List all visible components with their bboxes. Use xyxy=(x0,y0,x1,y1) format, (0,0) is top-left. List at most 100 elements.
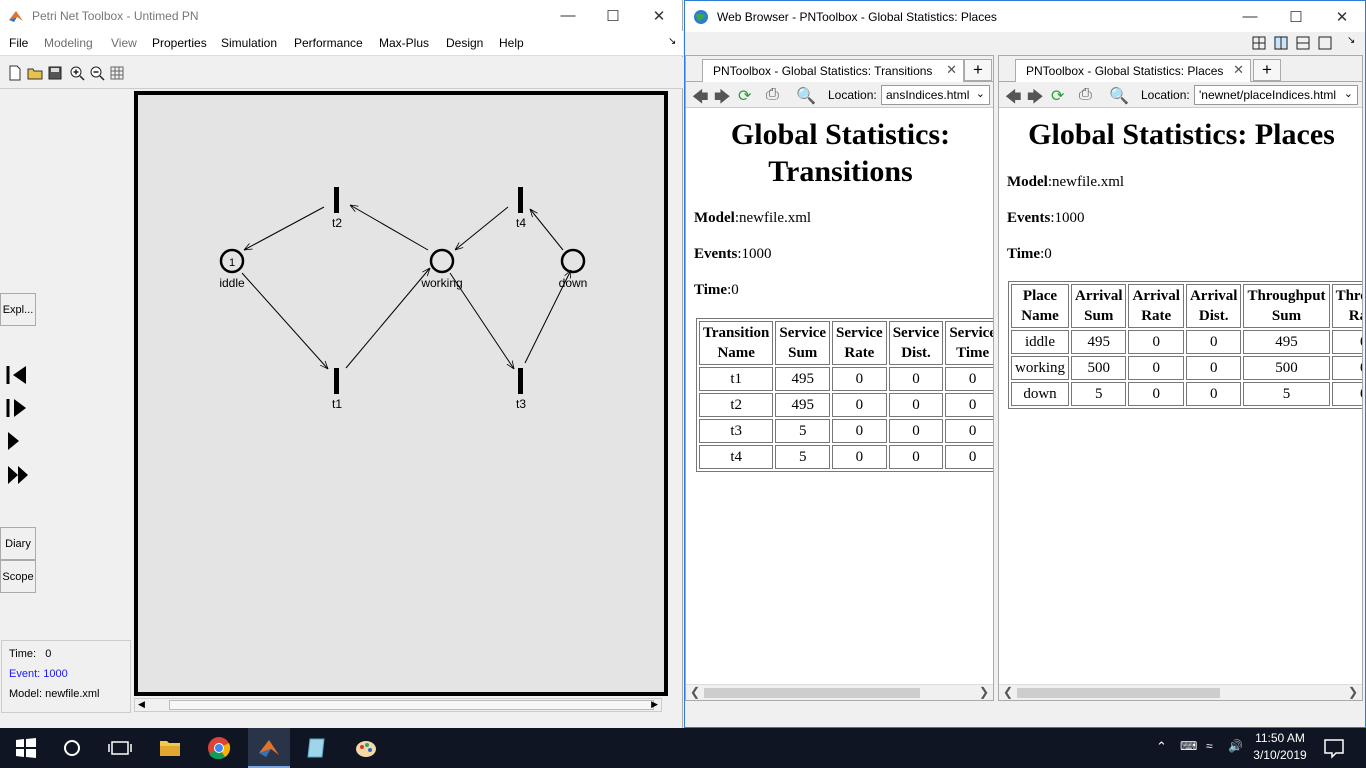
task-view-icon[interactable] xyxy=(108,736,132,760)
zoom-in-icon[interactable] xyxy=(69,65,85,81)
chrome-icon[interactable] xyxy=(207,736,231,760)
zoom-out-icon[interactable] xyxy=(89,65,105,81)
menu-overflow-icon[interactable]: ↘ xyxy=(668,36,676,47)
matlab-taskbar-button[interactable] xyxy=(248,728,290,768)
new-tab-button[interactable]: + xyxy=(1253,59,1281,81)
menu-design[interactable]: Design xyxy=(446,36,483,50)
transition-t1[interactable] xyxy=(334,368,339,394)
menu-performance[interactable]: Performance xyxy=(294,36,363,50)
scroll-left-icon[interactable]: ❮ xyxy=(690,685,700,699)
scroll-right-icon[interactable]: ❯ xyxy=(1348,685,1358,699)
paint-icon[interactable] xyxy=(354,736,378,760)
location-input[interactable]: ansIndices.html ⌄ xyxy=(881,85,990,105)
step-button[interactable] xyxy=(6,397,28,424)
tab-transitions[interactable]: PNToolbox - Global Statistics: Transitio… xyxy=(702,59,964,82)
close-button[interactable]: ✕ xyxy=(636,0,682,31)
chevron-down-icon[interactable]: ⌄ xyxy=(1344,87,1353,100)
vertical-split-icon[interactable] xyxy=(1274,36,1288,50)
single-pane-icon[interactable] xyxy=(1318,36,1332,50)
open-folder-icon[interactable] xyxy=(27,65,43,81)
transition-t2[interactable] xyxy=(334,187,339,213)
transitions-table: Transition Name Service Sum Service Rate Se… xyxy=(696,318,993,472)
table-cell: 0 xyxy=(888,445,944,469)
search-icon[interactable] xyxy=(60,736,84,760)
scroll-left-icon[interactable]: ◀ xyxy=(138,699,145,710)
scroll-right-icon[interactable]: ❯ xyxy=(979,685,989,699)
table-cell: 0 xyxy=(1331,330,1362,354)
notifications-icon[interactable] xyxy=(1322,736,1346,760)
refresh-icon[interactable]: ⟳ xyxy=(738,86,751,106)
menu-properties[interactable]: Properties xyxy=(152,36,207,50)
scroll-right-icon[interactable]: ▶ xyxy=(651,699,658,710)
table-cell: t3 xyxy=(699,419,774,443)
table-cell: 5 xyxy=(775,419,831,443)
events-info: Events:1000 xyxy=(1007,210,1085,226)
input-method-icon[interactable]: ⌨ xyxy=(1180,739,1197,753)
browser-close-button[interactable]: ✕ xyxy=(1319,1,1365,32)
browser-minimize-button[interactable]: — xyxy=(1227,1,1273,32)
browser-layout-bar: ↘ xyxy=(685,32,1365,55)
find-icon[interactable]: 🔍 xyxy=(796,86,816,106)
scroll-left-icon[interactable]: ❮ xyxy=(1003,685,1013,699)
location-input[interactable]: 'newnet/placeIndices.html ⌄ xyxy=(1194,85,1358,105)
start-icon[interactable] xyxy=(14,736,38,760)
tab-places[interactable]: PNToolbox - Global Statistics: Places ✕ xyxy=(1015,59,1251,82)
scroll-thumb[interactable] xyxy=(169,700,654,710)
table-cell: 0 xyxy=(888,367,944,391)
maximize-button[interactable]: ☐ xyxy=(590,0,636,31)
diary-button[interactable]: Diary xyxy=(0,527,36,560)
petri-net-window: Petri Net Toolbox - Untimed PN — ☐ ✕ Fil… xyxy=(0,0,683,728)
notepad-icon[interactable] xyxy=(305,736,329,760)
minimize-button[interactable]: — xyxy=(545,0,591,31)
scroll-thumb[interactable] xyxy=(1017,688,1220,698)
fast-forward-button[interactable] xyxy=(6,464,30,491)
transition-t3[interactable] xyxy=(518,368,523,394)
table-cell: down xyxy=(1011,382,1069,406)
explore-button[interactable]: Expl... xyxy=(0,293,36,326)
menu-view[interactable]: View xyxy=(111,36,137,50)
close-tab-icon[interactable]: ✕ xyxy=(946,62,957,78)
canvas-vertical-scrollbar[interactable] xyxy=(668,91,680,696)
save-icon[interactable] xyxy=(47,65,63,81)
system-tray-chevron-icon[interactable]: ⌃ xyxy=(1156,739,1167,755)
scope-button[interactable]: Scope xyxy=(0,560,36,593)
refresh-icon[interactable]: ⟳ xyxy=(1051,86,1064,106)
tile-layout-icon[interactable] xyxy=(1252,36,1266,50)
new-tab-button[interactable]: + xyxy=(964,59,992,81)
menu-simulation[interactable]: Simulation xyxy=(221,36,277,50)
clock[interactable]: 11:50 AM 3/10/2019 xyxy=(1250,731,1310,762)
layout-overflow-icon[interactable]: ↘ xyxy=(1347,35,1355,46)
play-icon xyxy=(8,432,19,450)
wifi-icon[interactable]: ≈ xyxy=(1206,739,1213,753)
find-icon[interactable]: 🔍 xyxy=(1109,86,1129,106)
new-file-icon[interactable] xyxy=(7,65,23,81)
place-working[interactable] xyxy=(429,248,455,274)
horizontal-split-icon[interactable] xyxy=(1296,36,1310,50)
print-icon[interactable]: ⎙ xyxy=(766,86,779,104)
table-cell: 5 xyxy=(1071,382,1127,406)
close-tab-icon[interactable]: ✕ xyxy=(1233,62,1244,78)
chevron-down-icon[interactable]: ⌄ xyxy=(976,87,985,100)
transitions-document: Global Statistics: Transitions Model:new… xyxy=(686,109,993,685)
table-cell: 0 xyxy=(1128,330,1184,354)
transitions-hscrollbar[interactable]: ❮ ❯ xyxy=(686,684,993,700)
places-hscrollbar[interactable]: ❮ ❯ xyxy=(999,684,1362,700)
menu-file[interactable]: File xyxy=(9,36,28,50)
status-time: Time: 0 xyxy=(9,648,52,660)
browser-maximize-button[interactable]: ☐ xyxy=(1273,1,1319,32)
menu-modeling[interactable]: Modeling xyxy=(44,36,93,50)
volume-icon[interactable]: 🔊 xyxy=(1228,739,1243,753)
menu-max-plus[interactable]: Max-Plus xyxy=(379,36,429,50)
canvas-horizontal-scrollbar[interactable]: ◀ ▶ xyxy=(134,698,662,712)
rewind-button[interactable] xyxy=(6,364,28,391)
petri-net-canvas[interactable]: 1 iddle working down t2 t4 t1 t3 xyxy=(134,91,668,696)
file-explorer-icon[interactable] xyxy=(158,736,182,760)
transition-t4[interactable] xyxy=(518,187,523,213)
grid-icon[interactable] xyxy=(109,65,125,81)
play-button[interactable] xyxy=(6,430,28,457)
scroll-thumb[interactable] xyxy=(704,688,920,698)
print-icon[interactable]: ⎙ xyxy=(1079,86,1092,104)
menu-help[interactable]: Help xyxy=(499,36,524,50)
place-down[interactable] xyxy=(560,248,586,274)
table-cell: 495 xyxy=(775,393,831,417)
